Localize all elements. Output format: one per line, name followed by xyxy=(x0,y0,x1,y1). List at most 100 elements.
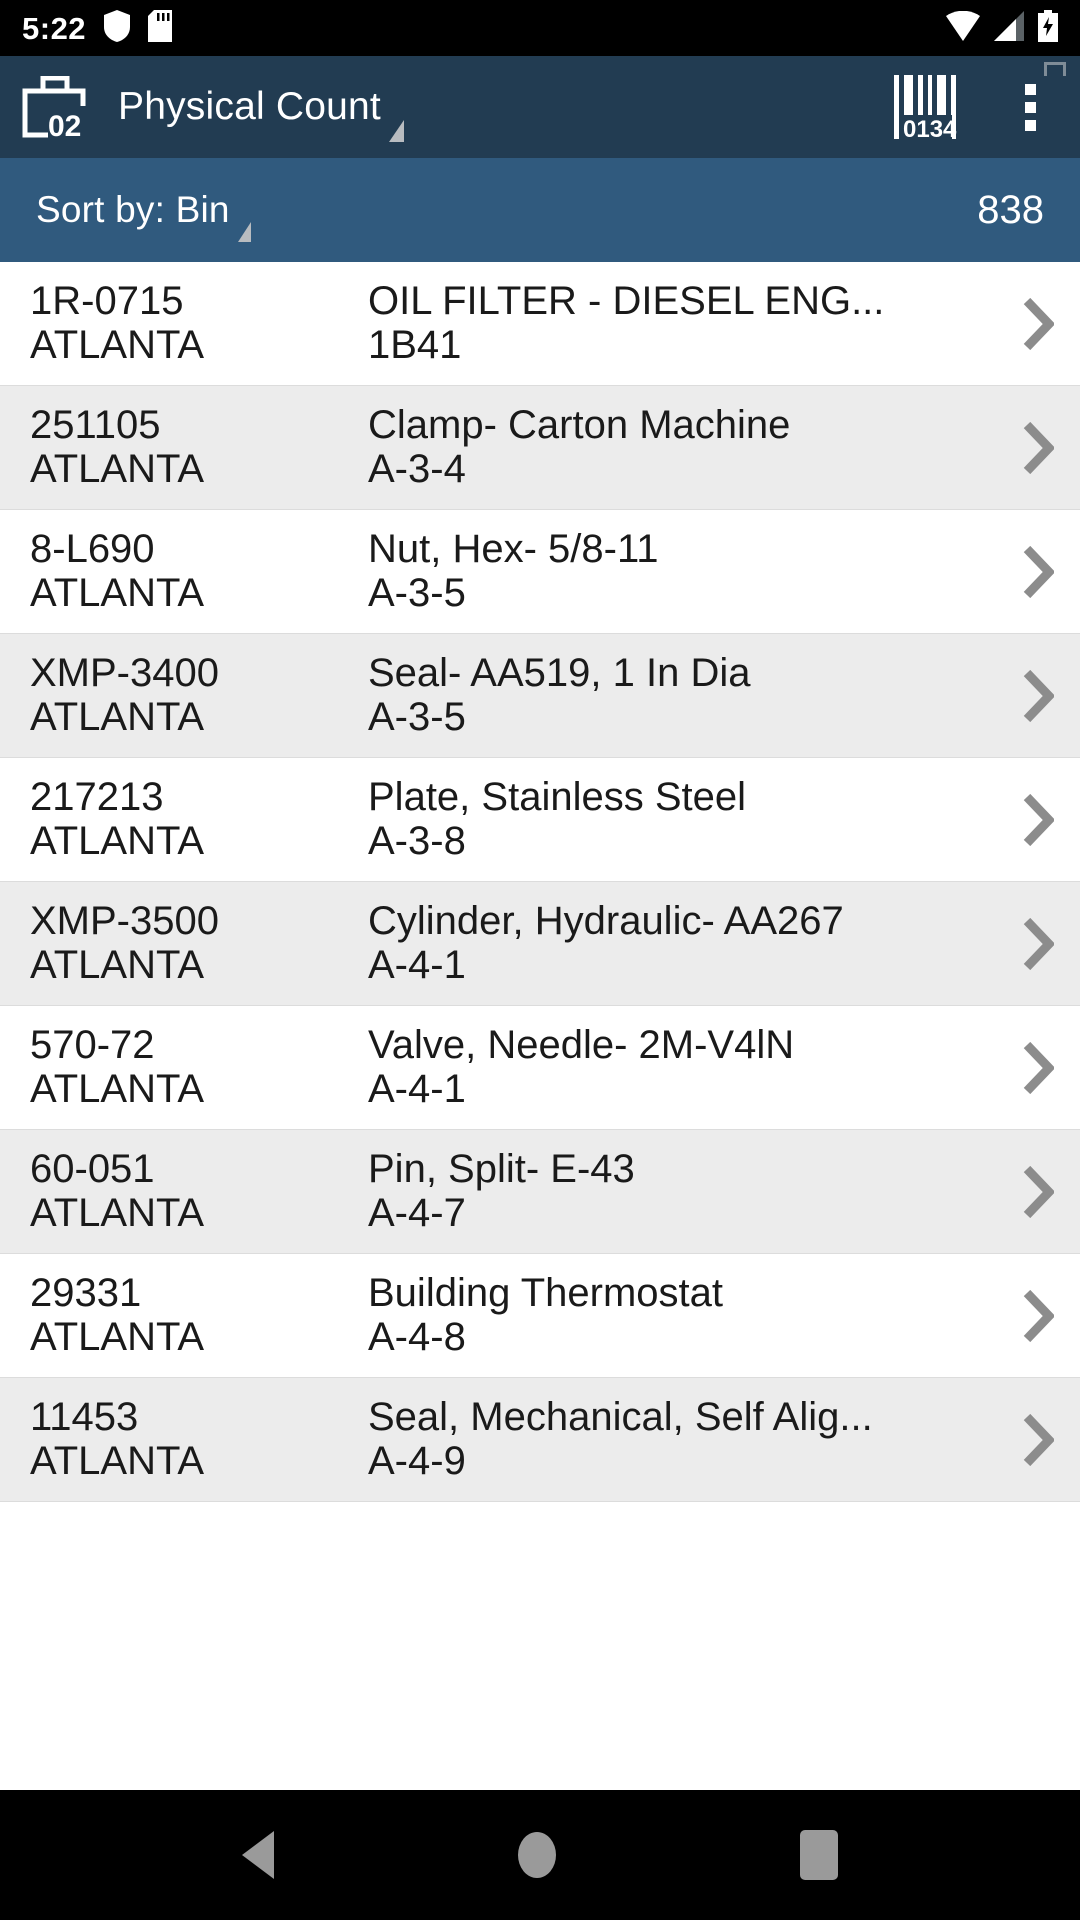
row-description-column: Seal, Mechanical, Self Alig... A-4-9 xyxy=(368,1396,1018,1483)
item-description: Pin, Split- E-43 xyxy=(368,1147,635,1191)
app-bar-actions: 0134 xyxy=(892,75,1058,139)
table-row[interactable]: 1R-0715 ATLANTA OIL FILTER - DIESEL ENG...… xyxy=(0,262,1080,386)
item-description: Clamp- Carton Machine xyxy=(368,403,791,447)
chevron-right-icon[interactable] xyxy=(1018,544,1058,600)
row-item-column: 8-L690 ATLANTA xyxy=(30,528,368,615)
item-bin: A-4-1 xyxy=(368,1067,466,1111)
item-bin: A-4-7 xyxy=(368,1191,466,1235)
sort-bar[interactable]: Sort by: Bin 838 xyxy=(0,158,1080,262)
row-description-column: Building Thermostat A-4-8 xyxy=(368,1272,1018,1359)
wifi-icon xyxy=(946,10,980,46)
row-item-column: 29331 ATLANTA xyxy=(30,1272,368,1359)
table-row[interactable]: 251105 ATLANTA Clamp- Carton Machine A-3-4 xyxy=(0,386,1080,510)
item-location: ATLANTA xyxy=(30,695,205,739)
item-number: XMP-3500 xyxy=(30,899,219,943)
item-number: 29331 xyxy=(30,1271,142,1315)
barcode-label: 0134 xyxy=(903,116,957,139)
item-location: ATLANTA xyxy=(30,571,205,615)
item-description: Seal- AA519, 1 In Dia xyxy=(368,651,751,695)
item-location: ATLANTA xyxy=(30,1315,205,1359)
item-location: ATLANTA xyxy=(30,943,205,987)
table-row[interactable]: 217213 ATLANTA Plate, Stainless Steel A-3-8 xyxy=(0,758,1080,882)
home-nav-icon[interactable] xyxy=(518,1832,556,1878)
item-location: ATLANTA xyxy=(30,1191,205,1235)
item-number: 570-72 xyxy=(30,1023,155,1067)
cellular-signal-icon xyxy=(994,10,1024,46)
corner-bracket-decoration xyxy=(1044,62,1066,76)
item-description: Plate, Stainless Steel xyxy=(368,775,746,819)
overflow-dot xyxy=(1024,101,1036,113)
table-row[interactable]: 8-L690 ATLANTA Nut, Hex- 5/8-11 A-3-5 xyxy=(0,510,1080,634)
item-location: ATLANTA xyxy=(30,323,205,367)
table-row[interactable]: XMP-3500 ATLANTA Cylinder, Hydraulic- AA26… xyxy=(0,882,1080,1006)
row-item-column: XMP-3500 ATLANTA xyxy=(30,900,368,987)
table-row[interactable]: 29331 ATLANTA Building Thermostat A-4-8 xyxy=(0,1254,1080,1378)
table-row[interactable]: 60-051 ATLANTA Pin, Split- E-43 A-4-7 xyxy=(0,1130,1080,1254)
chevron-right-icon[interactable] xyxy=(1018,1164,1058,1220)
toolbox-count-icon: 02 xyxy=(22,75,96,143)
item-number: 1R-0715 xyxy=(30,279,184,323)
item-description: Building Thermostat xyxy=(368,1271,723,1315)
item-description: Cylinder, Hydraulic- AA267 xyxy=(368,899,844,943)
row-item-column: 60-051 ATLANTA xyxy=(30,1148,368,1235)
android-nav-bar xyxy=(0,1790,1080,1920)
item-bin: 1B41 xyxy=(368,323,462,367)
row-item-column: XMP-3400 ATLANTA xyxy=(30,652,368,739)
item-number: 251105 xyxy=(30,403,161,447)
row-item-column: 570-72 ATLANTA xyxy=(30,1024,368,1111)
chevron-right-icon[interactable] xyxy=(1018,296,1058,352)
back-nav-icon[interactable] xyxy=(242,1831,274,1879)
sd-card-icon xyxy=(148,9,173,47)
item-location: ATLANTA xyxy=(30,1067,205,1111)
overflow-dot xyxy=(1024,83,1036,95)
sort-by-label: Sort by: Bin xyxy=(36,189,230,230)
overflow-menu-icon[interactable] xyxy=(1010,83,1050,131)
item-bin: A-4-9 xyxy=(368,1439,466,1483)
item-bin: A-3-4 xyxy=(368,447,466,491)
chevron-right-icon[interactable] xyxy=(1018,1412,1058,1468)
barcode-scan-button[interactable]: 0134 xyxy=(892,75,966,139)
status-bar-right xyxy=(946,9,1058,47)
chevron-right-icon[interactable] xyxy=(1018,792,1058,848)
row-description-column: Clamp- Carton Machine A-3-4 xyxy=(368,404,1018,491)
title-dropdown-caret-icon[interactable] xyxy=(388,120,404,142)
row-description-column: Plate, Stainless Steel A-3-8 xyxy=(368,776,1018,863)
inventory-list[interactable]: 1R-0715 ATLANTA OIL FILTER - DIESEL ENG...… xyxy=(0,262,1080,1790)
sort-dropdown-caret-icon[interactable] xyxy=(237,222,251,242)
recents-nav-icon[interactable] xyxy=(800,1830,838,1880)
item-description: Valve, Needle- 2M-V4lN xyxy=(368,1023,795,1067)
app-bar: 02 Physical Count 0134 xyxy=(0,56,1080,158)
status-bar: 5:22 xyxy=(0,0,1080,56)
item-number: 217213 xyxy=(30,775,164,819)
chevron-right-icon[interactable] xyxy=(1018,916,1058,972)
chevron-right-icon[interactable] xyxy=(1018,1288,1058,1344)
row-description-column: Cylinder, Hydraulic- AA267 A-4-1 xyxy=(368,900,1018,987)
table-row[interactable]: 570-72 ATLANTA Valve, Needle- 2M-V4lN A-4-1 xyxy=(0,1006,1080,1130)
overflow-dot xyxy=(1024,119,1036,131)
chevron-right-icon[interactable] xyxy=(1018,1040,1058,1096)
item-description: Seal, Mechanical, Self Alig... xyxy=(368,1395,873,1439)
item-description: Nut, Hex- 5/8-11 xyxy=(368,527,659,571)
record-count: 838 xyxy=(977,187,1044,232)
chevron-right-icon[interactable] xyxy=(1018,420,1058,476)
item-location: ATLANTA xyxy=(30,447,205,491)
item-bin: A-3-5 xyxy=(368,571,466,615)
table-row[interactable]: XMP-3400 ATLANTA Seal- AA519, 1 In Dia A-3-… xyxy=(0,634,1080,758)
item-bin: A-4-1 xyxy=(368,943,466,987)
item-number: XMP-3400 xyxy=(30,651,219,695)
status-clock: 5:22 xyxy=(22,10,87,46)
battery-charging-icon xyxy=(1038,9,1058,47)
item-number: 60-051 xyxy=(30,1147,155,1191)
row-item-column: 251105 ATLANTA xyxy=(30,404,368,491)
row-description-column: Nut, Hex- 5/8-11 A-3-5 xyxy=(368,528,1018,615)
chevron-right-icon[interactable] xyxy=(1018,668,1058,724)
item-bin: A-3-5 xyxy=(368,695,466,739)
phone-screen: 5:22 02 Physical Count 0134 Sort by: Bin… xyxy=(0,0,1080,1920)
row-description-column: Seal- AA519, 1 In Dia A-3-5 xyxy=(368,652,1018,739)
row-item-column: 1R-0715 ATLANTA xyxy=(30,280,368,367)
item-location: ATLANTA xyxy=(30,819,205,863)
row-item-column: 11453 ATLANTA xyxy=(30,1396,368,1483)
row-item-column: 217213 ATLANTA xyxy=(30,776,368,863)
item-location: ATLANTA xyxy=(30,1439,205,1483)
table-row[interactable]: 11453 ATLANTA Seal, Mechanical, Self Alig.… xyxy=(0,1378,1080,1502)
